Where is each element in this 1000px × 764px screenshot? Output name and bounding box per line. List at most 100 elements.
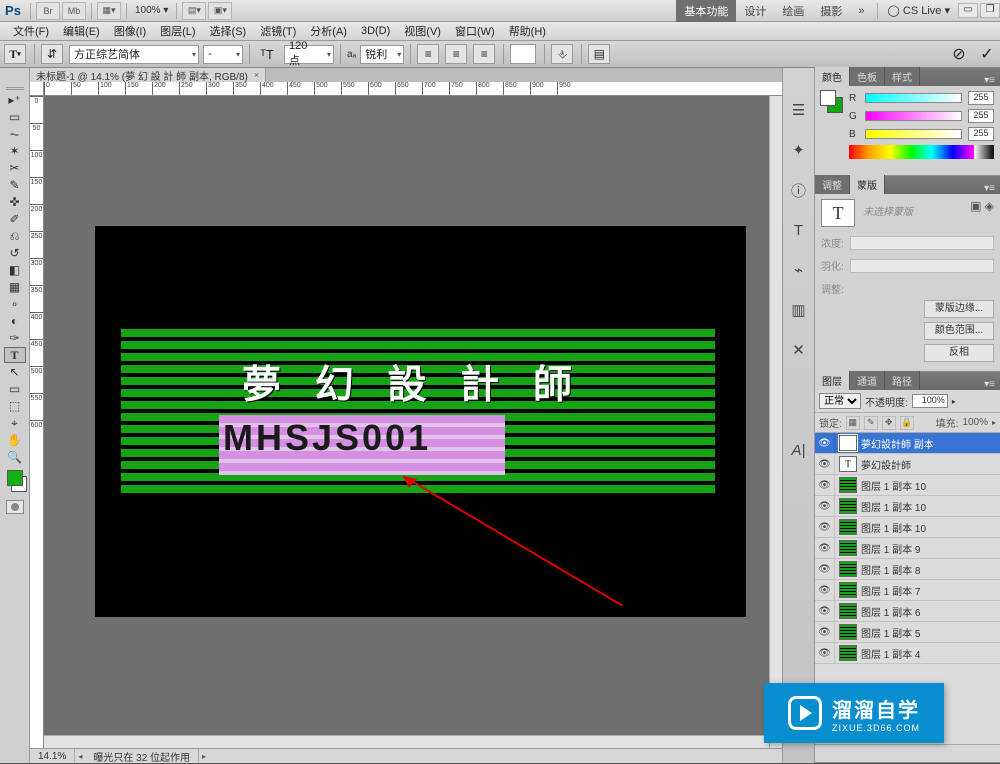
- zoom-tool[interactable]: 🔍: [4, 449, 26, 465]
- workspace-design[interactable]: 设计: [736, 0, 774, 22]
- align-left-button[interactable]: ≡: [417, 44, 439, 64]
- info-panel-icon[interactable]: ⓘ: [787, 178, 811, 202]
- channels-tab[interactable]: 通道: [850, 371, 885, 390]
- menu-window[interactable]: 窗口(W): [448, 23, 502, 39]
- layer-visibility-toggle[interactable]: 👁: [815, 622, 835, 642]
- layers-tab[interactable]: 图层: [815, 371, 850, 390]
- close-tab-icon[interactable]: ×: [254, 70, 259, 80]
- menu-image[interactable]: 图像(I): [107, 23, 153, 39]
- g-slider[interactable]: [865, 111, 962, 121]
- layer-thumbnail[interactable]: [839, 603, 857, 619]
- 3d-tool[interactable]: ⬚: [4, 398, 26, 414]
- dodge-tool[interactable]: ◐: [4, 313, 26, 329]
- opacity-value[interactable]: 100%: [912, 394, 948, 408]
- feather-slider[interactable]: [850, 259, 994, 273]
- font-size-select[interactable]: 120 点: [284, 45, 334, 64]
- layer-thumbnail[interactable]: [839, 645, 857, 661]
- font-family-select[interactable]: 方正综艺简体: [69, 45, 199, 64]
- panel-menu-icon[interactable]: ▾≡: [979, 379, 1000, 390]
- quickmask-toggle[interactable]: [6, 500, 24, 514]
- zoom-level[interactable]: 100% ▾: [131, 5, 172, 16]
- workspace-painting[interactable]: 绘画: [774, 0, 812, 22]
- type-tool-preset[interactable]: T▾: [4, 44, 26, 64]
- layer-name[interactable]: 图层 1 副本 10: [861, 520, 1000, 535]
- pixel-mask-button[interactable]: ▣: [970, 199, 981, 213]
- layer-row[interactable]: 👁T夢幻設計師 副本: [815, 433, 1000, 454]
- layer-visibility-toggle[interactable]: 👁: [815, 496, 835, 516]
- layer-thumbnail[interactable]: [839, 540, 857, 556]
- document-tab[interactable]: 未标题-1 @ 14.1% (夢 幻 設 計 師 副本, RGB/8) ×: [30, 68, 266, 82]
- layer-name[interactable]: 夢幻設計師: [861, 457, 1000, 472]
- cs-live-menu[interactable]: ◯ CS Live ▾: [882, 4, 956, 17]
- layer-visibility-toggle[interactable]: 👁: [815, 580, 835, 600]
- swatches-panel-icon[interactable]: ▥: [787, 298, 811, 322]
- layer-thumbnail[interactable]: [839, 624, 857, 640]
- blur-tool[interactable]: ∘: [4, 296, 26, 312]
- status-zoom[interactable]: 14.1%: [30, 749, 75, 763]
- screen-mode-button[interactable]: ▣▾: [208, 2, 232, 20]
- workspace-essentials[interactable]: 基本功能: [676, 0, 736, 22]
- mask-thumbnail[interactable]: T: [821, 199, 855, 227]
- fill-value[interactable]: 100%: [962, 417, 988, 428]
- status-left-arrow[interactable]: ◂: [75, 752, 85, 761]
- brushes-panel-icon[interactable]: ⌁: [787, 258, 811, 282]
- mask-color-range-button[interactable]: 颜色范围...: [924, 322, 994, 340]
- layer-visibility-toggle[interactable]: 👁: [815, 538, 835, 558]
- document-canvas[interactable]: 夢 幻 設 計 師 MHSJS001: [95, 226, 746, 617]
- layer-row[interactable]: 👁 图层 1 副本 10: [815, 475, 1000, 496]
- 3d-camera-tool[interactable]: ⌖: [4, 415, 26, 431]
- g-value[interactable]: 255: [968, 109, 994, 123]
- lock-all-button[interactable]: 🔒: [900, 416, 914, 430]
- heading-text[interactable]: 夢 幻 設 計 師: [223, 354, 603, 410]
- layer-row[interactable]: 👁T夢幻設計師: [815, 454, 1000, 475]
- layer-thumbnail[interactable]: T: [839, 435, 857, 451]
- paths-tab[interactable]: 路径: [885, 371, 920, 390]
- view-extras-button[interactable]: ▦▾: [97, 2, 121, 20]
- layer-visibility-toggle[interactable]: 👁: [815, 433, 835, 453]
- commit-edits-button[interactable]: ✓: [976, 44, 998, 64]
- clone-stamp-tool[interactable]: ⎌: [4, 228, 26, 244]
- path-select-tool[interactable]: ↖: [4, 364, 26, 380]
- menu-layer[interactable]: 图层(L): [153, 23, 202, 39]
- gradient-tool[interactable]: ▦: [4, 279, 26, 295]
- layer-row[interactable]: 👁 图层 1 副本 5: [815, 622, 1000, 643]
- eraser-tool[interactable]: ◧: [4, 262, 26, 278]
- text-color-swatch[interactable]: [510, 44, 536, 64]
- ruler-origin[interactable]: [30, 82, 44, 96]
- window-restore-icon[interactable]: ❐: [980, 3, 1000, 18]
- panel-menu-icon[interactable]: ▾≡: [979, 183, 1000, 194]
- adjustments-tab[interactable]: 调整: [815, 175, 850, 194]
- menu-select[interactable]: 选择(S): [203, 23, 254, 39]
- b-value[interactable]: 255: [968, 127, 994, 141]
- r-value[interactable]: 255: [968, 91, 994, 105]
- layer-name[interactable]: 图层 1 副本 10: [861, 478, 1000, 493]
- font-style-select[interactable]: -: [203, 45, 243, 64]
- color-spectrum[interactable]: [849, 145, 994, 159]
- quick-select-tool[interactable]: ✶: [4, 143, 26, 159]
- layer-thumbnail[interactable]: [839, 519, 857, 535]
- layer-row[interactable]: 👁图层 1 副本 10: [815, 517, 1000, 538]
- lock-position-button[interactable]: ✥: [882, 416, 896, 430]
- mask-invert-button[interactable]: 反相: [924, 344, 994, 362]
- layer-thumbnail[interactable]: [839, 582, 857, 598]
- hand-tool[interactable]: ✋: [4, 432, 26, 448]
- vector-mask-button[interactable]: ◈: [985, 199, 994, 213]
- blend-mode-select[interactable]: 正常: [819, 393, 861, 409]
- sub-text[interactable]: MHSJS001: [223, 417, 431, 459]
- layer-visibility-toggle[interactable]: 👁: [815, 643, 835, 663]
- ruler-vertical[interactable]: 050100150200250300350400450500550600: [30, 96, 44, 748]
- tool-presets-icon[interactable]: ✕: [787, 338, 811, 362]
- layer-name[interactable]: 图层 1 副本 7: [861, 583, 1000, 598]
- history-panel-icon[interactable]: ☰: [787, 98, 811, 122]
- layer-visibility-toggle[interactable]: 👁: [815, 475, 835, 495]
- type-tool[interactable]: T: [4, 347, 26, 363]
- history-brush-tool[interactable]: ↺: [4, 245, 26, 261]
- layer-thumbnail[interactable]: T: [839, 456, 857, 472]
- pen-tool[interactable]: ✑: [4, 330, 26, 346]
- layer-name[interactable]: 图层 1 副本 5: [861, 625, 1000, 640]
- layer-name[interactable]: 图层 1 副本 9: [861, 541, 1000, 556]
- r-slider[interactable]: [865, 93, 962, 103]
- menu-analysis[interactable]: 分析(A): [303, 23, 354, 39]
- workspace-more[interactable]: »: [850, 2, 872, 20]
- workspace-photography[interactable]: 摄影: [812, 0, 850, 22]
